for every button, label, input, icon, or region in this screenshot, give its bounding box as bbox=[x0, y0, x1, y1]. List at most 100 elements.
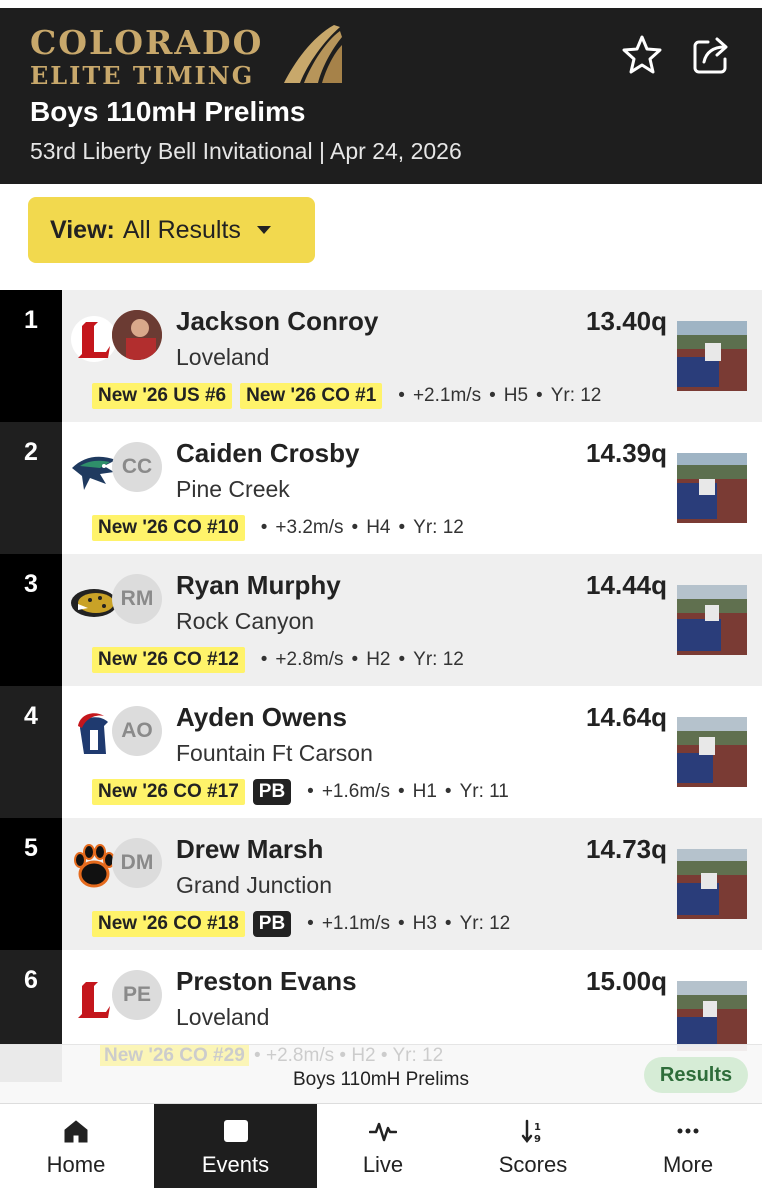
result-mark: 14.73q bbox=[586, 834, 667, 864]
nav-more[interactable]: More bbox=[612, 1104, 762, 1188]
place-number: 5 bbox=[24, 834, 38, 862]
wind-reading: +2.8m/s bbox=[265, 1045, 335, 1066]
athlete-photo bbox=[112, 310, 162, 360]
sticky-event-bar[interactable]: New '26 CO #29 • +2.8m/s • H2 • Yr: 12 B… bbox=[0, 1044, 762, 1103]
ranking-badge: New '26 CO #1 bbox=[240, 383, 383, 409]
nav-scores-label: Scores bbox=[498, 1152, 568, 1177]
ranking-badge: New '26 CO #17 bbox=[92, 779, 245, 805]
race-photo-thumbnail[interactable] bbox=[677, 321, 747, 391]
result-meta: New '26 CO #10 • +3.2m/s • H4 • Yr: 12 bbox=[92, 515, 464, 541]
place-column: 1 bbox=[0, 290, 62, 422]
logo-line-2: ELITE TIMING bbox=[30, 61, 255, 90]
race-photo-thumbnail[interactable] bbox=[677, 849, 747, 919]
team-name: Loveland bbox=[176, 1004, 270, 1030]
nav-events-label: Events bbox=[201, 1152, 270, 1177]
race-photo-thumbnail[interactable] bbox=[677, 717, 747, 787]
result-row[interactable]: 3 RM Ryan Murphy Rock Canyon 14.44q New … bbox=[0, 554, 762, 686]
list-icon bbox=[223, 1120, 248, 1142]
place-number: 2 bbox=[24, 438, 38, 466]
view-label: View: bbox=[50, 215, 115, 244]
result-row[interactable]: 2 CC Caiden Crosby Pine Creek 14.39q New… bbox=[0, 422, 762, 554]
separator: • bbox=[351, 517, 359, 538]
place-column: 4 bbox=[0, 686, 62, 818]
place-number: 1 bbox=[24, 306, 38, 334]
fountain-ft-carson-trojan-logo-icon bbox=[78, 713, 108, 754]
loveland-logo-icon bbox=[71, 316, 117, 362]
team-name: Pine Creek bbox=[176, 476, 290, 502]
rock-canyon-jaguar-logo-icon bbox=[71, 589, 117, 617]
result-mark: 14.39q bbox=[586, 438, 667, 468]
athlete-name: Jackson Conroy bbox=[176, 306, 379, 336]
view-filter-dropdown[interactable]: View: All Results bbox=[28, 197, 315, 263]
place-number: 4 bbox=[24, 702, 38, 730]
result-meta: New '26 CO #17 PB • +1.6m/s • H1 • Yr: 1… bbox=[92, 779, 509, 805]
race-photo-thumbnail[interactable] bbox=[677, 453, 747, 523]
nav-more-label: More bbox=[662, 1152, 714, 1177]
faded-result-meta: New '26 CO #29 • +2.8m/s • H2 • Yr: 12 bbox=[100, 1045, 443, 1067]
nav-home[interactable]: Home bbox=[0, 1104, 152, 1188]
result-row[interactable]: 4 AO Ayden Owens Fountain Ft Carson 14.6… bbox=[0, 686, 762, 818]
separator: • bbox=[380, 1045, 393, 1066]
athlete-initials-avatar: AO bbox=[112, 706, 162, 756]
separator: • bbox=[307, 913, 314, 934]
team-name: Fountain Ft Carson bbox=[176, 740, 373, 766]
pulse-icon bbox=[369, 1122, 397, 1142]
result-meta: New '26 CO #12 • +2.8m/s • H2 • Yr: 12 bbox=[92, 647, 464, 673]
heat: H3 bbox=[412, 913, 437, 934]
athlete-initials-avatar: CC bbox=[112, 442, 162, 492]
heat: H5 bbox=[503, 385, 529, 406]
nav-scores[interactable]: 1 9 Scores bbox=[457, 1104, 609, 1188]
event-header: COLORADO ELITE TIMING Boys 110mH Prelims… bbox=[0, 8, 762, 184]
separator: • bbox=[398, 517, 406, 538]
nav-live-label: Live bbox=[362, 1152, 404, 1177]
place-column: 2 bbox=[0, 422, 62, 554]
star-icon[interactable] bbox=[620, 32, 664, 76]
wind-reading: +2.1m/s bbox=[412, 385, 482, 406]
heat: H1 bbox=[412, 781, 437, 802]
separator: • bbox=[397, 781, 405, 802]
grade-year: Yr: 12 bbox=[413, 649, 464, 670]
loveland-logo-icon bbox=[71, 976, 117, 1022]
grade-year: Yr: 12 bbox=[413, 517, 464, 538]
wind-reading: +3.2m/s bbox=[275, 517, 344, 538]
share-icon[interactable] bbox=[690, 32, 734, 76]
svg-text:1: 1 bbox=[534, 1122, 541, 1133]
separator: • bbox=[398, 649, 406, 670]
separator: • bbox=[339, 1045, 352, 1066]
grand-junction-paw-logo-icon bbox=[74, 844, 115, 888]
team-name: Rock Canyon bbox=[176, 608, 315, 634]
result-row[interactable]: 5 DM Drew Marsh Grand Junction 14.73q Ne… bbox=[0, 818, 762, 950]
separator: • bbox=[536, 385, 543, 406]
separator: • bbox=[260, 649, 268, 670]
athlete-name: Ryan Murphy bbox=[176, 570, 341, 600]
place-number: 6 bbox=[24, 966, 38, 994]
athlete-initials-avatar: DM bbox=[112, 838, 162, 888]
event-title: Boys 110mH Prelims bbox=[30, 96, 306, 127]
status-edge bbox=[0, 0, 762, 8]
athlete-name: Drew Marsh bbox=[176, 834, 324, 864]
nav-live[interactable]: Live bbox=[307, 1104, 459, 1188]
svg-text:9: 9 bbox=[534, 1134, 541, 1144]
colorado-elite-timing-logo[interactable]: COLORADO ELITE TIMING bbox=[30, 23, 350, 93]
separator: • bbox=[489, 385, 496, 406]
grade-year: Yr: 12 bbox=[392, 1045, 444, 1066]
ranking-badge: New '26 US #6 bbox=[92, 383, 233, 409]
ranking-badge: New '26 CO #18 bbox=[92, 911, 245, 937]
results-button[interactable]: Results bbox=[644, 1057, 748, 1093]
separator: • bbox=[398, 385, 405, 406]
heat: H2 bbox=[366, 649, 391, 670]
caret-down-icon bbox=[256, 226, 271, 234]
nav-home-label: Home bbox=[46, 1152, 106, 1177]
athlete-initials-avatar: RM bbox=[112, 574, 162, 624]
nav-events[interactable]: Events bbox=[154, 1104, 317, 1188]
home-icon bbox=[64, 1120, 88, 1143]
race-photo-thumbnail[interactable] bbox=[677, 585, 747, 655]
place-number: 3 bbox=[24, 570, 38, 598]
separator: • bbox=[397, 913, 405, 934]
separator: • bbox=[444, 781, 452, 802]
place-column: 5 bbox=[0, 818, 62, 950]
separator: • bbox=[254, 1045, 266, 1066]
race-photo-thumbnail[interactable] bbox=[677, 981, 747, 1051]
athlete-name: Preston Evans bbox=[176, 966, 357, 996]
result-row[interactable]: 1 Jackson Conroy Loveland 13.40q New '26… bbox=[0, 290, 762, 422]
